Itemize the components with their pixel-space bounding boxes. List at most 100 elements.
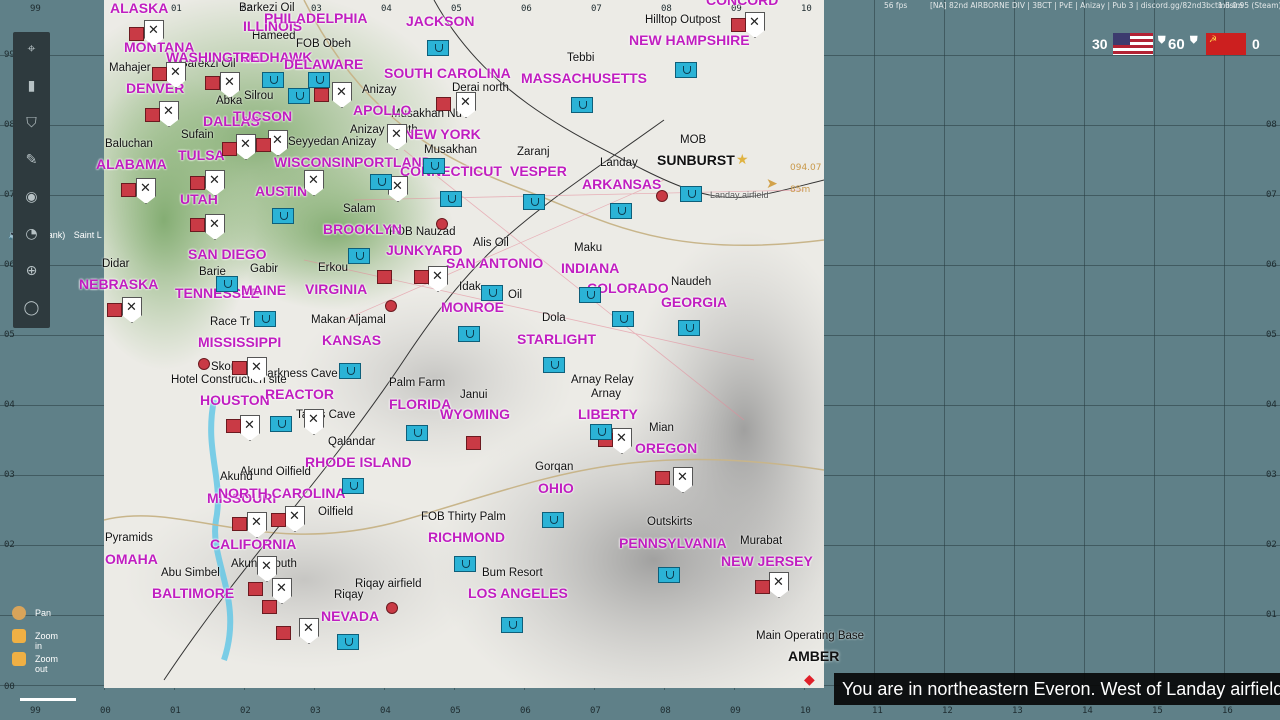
objective-label[interactable]: MONROE [441, 299, 504, 315]
hostile-point-marker[interactable] [386, 602, 398, 614]
hostile-unit-marker[interactable] [276, 626, 291, 640]
friendly-unit-marker[interactable] [571, 97, 593, 113]
friendly-unit-marker[interactable] [675, 62, 697, 78]
hostile-unit-marker[interactable] [466, 436, 481, 450]
friendly-unit-marker[interactable] [348, 248, 370, 264]
friendly-unit-marker[interactable] [543, 357, 565, 373]
objective-label[interactable]: VESPER [510, 163, 567, 179]
friendly-unit-marker[interactable] [427, 40, 449, 56]
objective-label[interactable]: APOLLO [353, 102, 411, 118]
gps-icon[interactable]: ⌖ [22, 40, 41, 59]
protractor-icon[interactable]: ◯ [22, 299, 41, 318]
objective-label[interactable]: AUSTIN [255, 183, 307, 199]
hostile-unit-marker[interactable] [655, 471, 670, 485]
hostile-unit-marker[interactable] [755, 580, 770, 594]
objective-label[interactable]: MASSACHUSETTS [521, 70, 647, 86]
friendly-unit-marker[interactable] [288, 88, 310, 104]
objective-label[interactable]: LOS ANGELES [468, 585, 568, 601]
objective-label[interactable]: CALIFORNIA [210, 536, 296, 552]
hostile-unit-marker[interactable] [107, 303, 122, 317]
globe-icon[interactable]: ⊕ [22, 262, 41, 281]
objective-label[interactable]: REACTOR [265, 386, 334, 402]
objective-label[interactable]: SAN DIEGO [188, 246, 267, 262]
objective-label[interactable]: KANSAS [322, 332, 381, 348]
friendly-unit-marker[interactable] [523, 194, 545, 210]
objective-label[interactable]: OMAHA [105, 551, 158, 567]
hostile-unit-marker[interactable] [232, 361, 247, 375]
objective-label[interactable]: VIRGINIA [305, 281, 367, 297]
friendly-unit-marker[interactable] [678, 320, 700, 336]
hostile-unit-marker[interactable] [248, 582, 263, 596]
objective-label[interactable]: GEORGIA [661, 294, 727, 310]
hostile-unit-marker[interactable] [121, 183, 136, 197]
objective-label[interactable]: BALTIMORE [152, 585, 234, 601]
friendly-unit-marker[interactable] [342, 478, 364, 494]
friendly-unit-marker[interactable] [406, 425, 428, 441]
watch-icon[interactable]: ◔ [22, 225, 41, 244]
hostile-unit-marker[interactable] [145, 108, 160, 122]
objective-label[interactable]: HOUSTON [200, 392, 270, 408]
friendly-unit-marker[interactable] [658, 567, 680, 583]
objective-label[interactable]: BROOKLYN [323, 221, 402, 237]
friendly-unit-marker[interactable] [610, 203, 632, 219]
friendly-unit-marker[interactable] [337, 634, 359, 650]
objective-label[interactable]: RHODE ISLAND [305, 454, 412, 470]
hostile-unit-marker[interactable] [190, 176, 205, 190]
hostile-unit-marker[interactable] [314, 88, 329, 102]
friendly-unit-marker[interactable] [590, 424, 612, 440]
hostile-point-marker[interactable] [385, 300, 397, 312]
objective-label[interactable]: JACKSON [406, 13, 474, 29]
friendly-unit-marker[interactable] [339, 363, 361, 379]
friendly-unit-marker[interactable] [423, 158, 445, 174]
objective-label[interactable]: ARKANSAS [582, 176, 661, 192]
objective-label[interactable]: TUCSON [233, 108, 292, 124]
objective-label[interactable]: LIBERTY [578, 406, 638, 422]
objective-label[interactable]: NEW HAMPSHIRE [629, 32, 750, 48]
friendly-unit-marker[interactable] [440, 191, 462, 207]
friendly-unit-marker[interactable] [270, 416, 292, 432]
hostile-unit-marker[interactable] [222, 142, 237, 156]
friendly-unit-marker[interactable] [542, 512, 564, 528]
friendly-unit-marker[interactable] [370, 174, 392, 190]
friendly-unit-marker[interactable] [216, 276, 238, 292]
friendly-unit-marker[interactable] [612, 311, 634, 327]
hostile-unit-marker[interactable] [226, 419, 241, 433]
hostile-unit-marker[interactable] [232, 517, 247, 531]
marker-icon[interactable]: ⛉ [22, 114, 41, 133]
hostile-unit-marker[interactable] [262, 600, 277, 614]
map-viewport[interactable]: 99 01 02 03 04 05 06 07 08 09 10 99 00 0… [0, 0, 1280, 720]
objective-label[interactable]: INDIANA [561, 260, 619, 276]
hostile-point-marker[interactable] [198, 358, 210, 370]
hostile-unit-marker[interactable] [190, 218, 205, 232]
hostile-unit-marker[interactable] [436, 97, 451, 111]
hostile-unit-marker[interactable] [256, 138, 271, 152]
mob-name-amber[interactable]: AMBER [788, 648, 839, 664]
objective-label[interactable]: SAN ANTONIO [446, 255, 543, 271]
objective-label[interactable]: PHILADELPHIA [264, 10, 367, 26]
hostile-unit-marker[interactable] [731, 18, 746, 32]
hostile-unit-marker[interactable] [205, 76, 220, 90]
pencil-icon[interactable]: ✎ [22, 151, 41, 170]
compass-icon[interactable]: ◉ [22, 188, 41, 207]
hostile-unit-marker[interactable] [377, 270, 392, 284]
friendly-unit-marker[interactable] [308, 72, 330, 88]
objective-label[interactable]: ALASKA [110, 0, 168, 16]
objective-label[interactable]: MAINE [241, 282, 286, 298]
objective-label[interactable]: NORTH CAROLINA [218, 485, 346, 501]
friendly-unit-marker[interactable] [262, 72, 284, 88]
hostile-unit-marker[interactable] [414, 270, 429, 284]
objective-label[interactable]: SOUTH CAROLINA [384, 65, 511, 81]
objective-label[interactable]: CONNECTICUT [400, 163, 502, 179]
objective-label[interactable]: NEW JERSEY [721, 553, 813, 569]
objective-label[interactable]: PENNSYLVANIA [619, 535, 727, 551]
friendly-unit-marker[interactable] [680, 186, 702, 202]
objective-label[interactable]: MISSISSIPPI [198, 334, 281, 350]
friendly-unit-marker[interactable] [481, 285, 503, 301]
hostile-point-marker[interactable] [436, 218, 448, 230]
friendly-unit-marker[interactable] [454, 556, 476, 572]
objective-label[interactable]: NEBRASKA [79, 276, 158, 292]
radio-icon[interactable]: ▮ [22, 77, 41, 96]
friendly-unit-marker[interactable] [579, 287, 601, 303]
friendly-unit-marker[interactable] [501, 617, 523, 633]
objective-label[interactable]: OREGON [635, 440, 697, 456]
